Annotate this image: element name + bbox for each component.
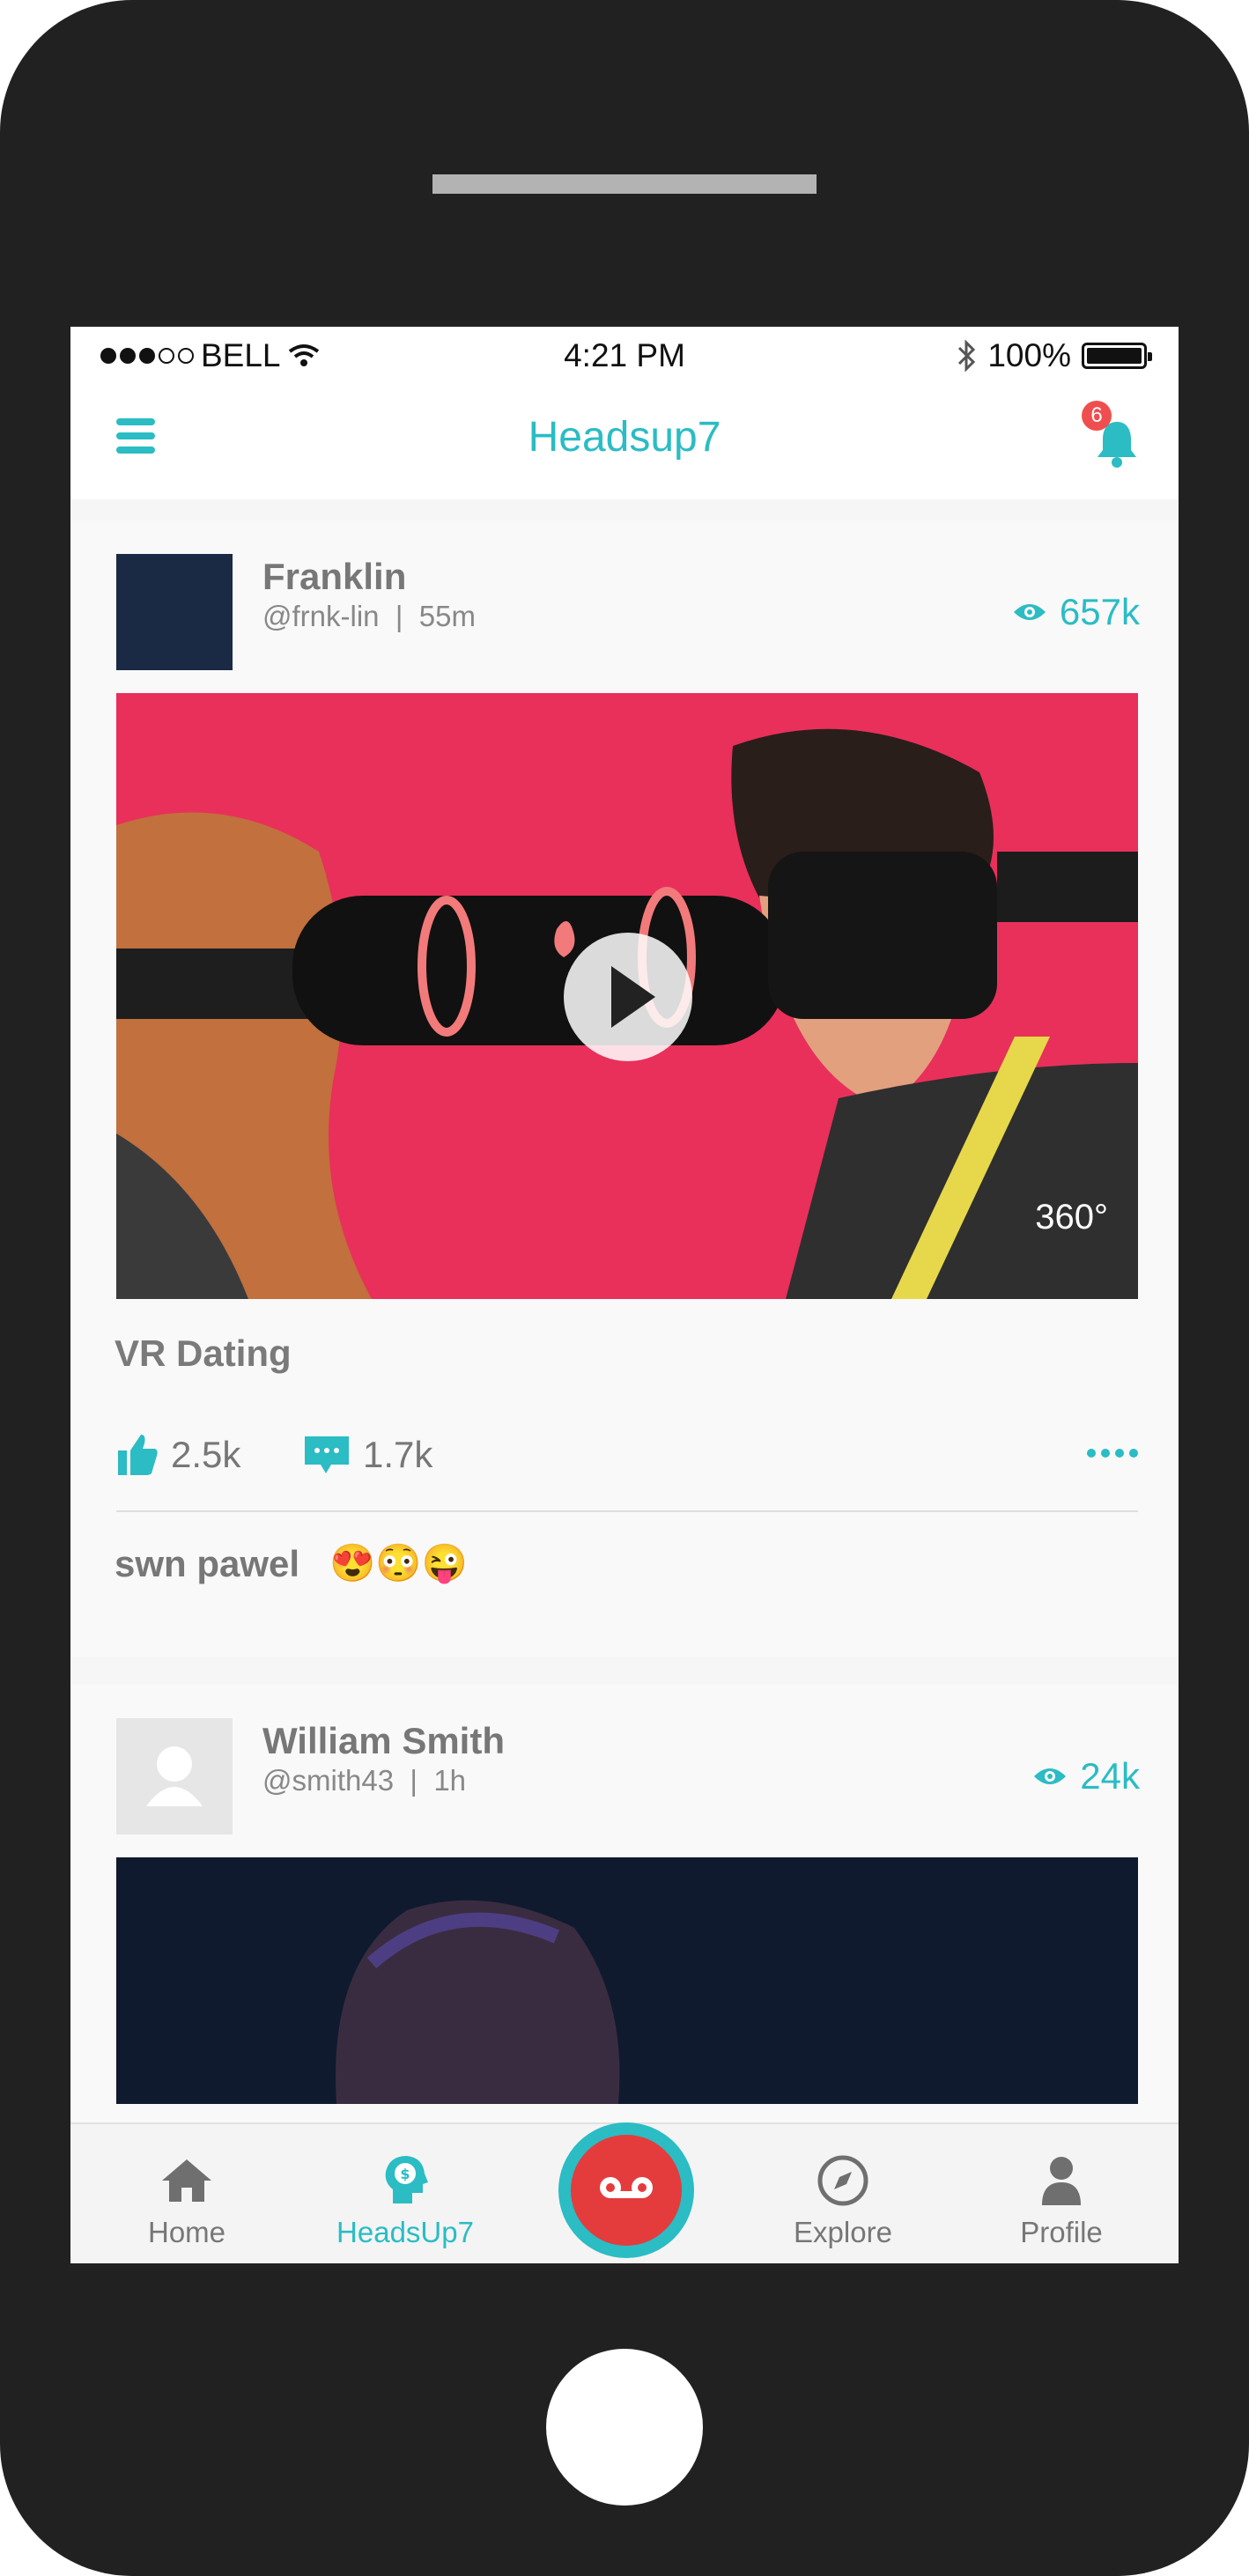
top-comment: swn pawel 😍😳😜 <box>115 1542 468 1585</box>
record-button[interactable] <box>558 2122 694 2258</box>
post-time: 55m <box>418 600 476 632</box>
author-meta: @smith43 | 1h <box>262 1764 466 1797</box>
svg-text:$: $ <box>400 2166 410 2182</box>
status-right: 100% <box>956 337 1152 374</box>
bluetooth-icon <box>958 340 976 372</box>
author-name[interactable]: Franklin <box>262 556 406 598</box>
tab-profile[interactable]: Profile <box>973 2124 1149 2263</box>
avatar[interactable] <box>116 1718 233 1834</box>
post-actions: 2.5k 1.7k <box>116 1433 1138 1486</box>
default-user-icon <box>146 1746 203 1806</box>
view-count-value: 657k <box>1059 591 1140 632</box>
post-card: Franklin @frnk-lin | 55m 657k 360° VR Da… <box>70 520 1179 1657</box>
post-title: VR Dating <box>115 1332 292 1374</box>
phone-speaker <box>432 174 817 194</box>
post-video[interactable] <box>116 1857 1138 2104</box>
post-video[interactable]: 360° <box>116 693 1138 1299</box>
battery-icon <box>1082 343 1152 369</box>
home-button[interactable] <box>546 2349 703 2506</box>
comment-emojis: 😍😳😜 <box>329 1542 468 1583</box>
author-handle: @smith43 <box>262 1764 395 1797</box>
phone-frame: BELL 4:21 PM 100% Headsup7 6 Franklin @f… <box>0 0 1249 2576</box>
comment-author[interactable]: swn pawel <box>115 1543 299 1585</box>
post-time: 1h <box>433 1764 467 1797</box>
tab-label: Home <box>147 2216 226 2248</box>
like-count: 2.5k <box>171 1434 241 1475</box>
home-icon <box>162 2159 211 2202</box>
battery-percent: 100% <box>987 337 1071 373</box>
comment-button[interactable]: 1.7k <box>303 1433 432 1477</box>
voicemail-icon <box>600 2177 653 2198</box>
tab-label: Profile <box>1020 2216 1103 2248</box>
head-dollar-icon: $ <box>385 2156 428 2203</box>
author-meta: @frnk-lin | 55m <box>262 600 476 633</box>
person-icon <box>1042 2157 1081 2205</box>
more-options-icon[interactable] <box>1087 1449 1138 1458</box>
author-handle: @frnk-lin <box>262 600 380 632</box>
view-count-value: 24k <box>1080 1755 1140 1797</box>
compass-icon <box>817 2155 868 2206</box>
like-button[interactable]: 2.5k <box>116 1433 240 1477</box>
meta-separator: | <box>387 600 411 632</box>
meta-separator: | <box>402 1764 426 1797</box>
eye-icon <box>1013 604 1046 620</box>
play-button[interactable] <box>564 933 692 1061</box>
tab-label: Explore <box>794 2216 892 2248</box>
app-screen: BELL 4:21 PM 100% Headsup7 6 Franklin @f… <box>70 327 1179 2263</box>
view-count: 24k <box>1032 1755 1140 1797</box>
thumbs-up-icon <box>118 1435 158 1475</box>
author-name[interactable]: William Smith <box>262 1720 505 1762</box>
comment-bubble-icon <box>305 1436 349 1473</box>
app-title: Headsup7 <box>528 414 721 461</box>
status-bar: BELL 4:21 PM 100% <box>70 327 1179 381</box>
tab-home[interactable]: Home <box>99 2124 275 2263</box>
tab-headsup7[interactable]: $ HeadsUp7 <box>317 2124 493 2263</box>
comment-count: 1.7k <box>363 1434 433 1475</box>
record-inner <box>571 2135 682 2246</box>
tab-explore[interactable]: Explore <box>755 2124 931 2263</box>
bottom-tab-bar: Home $ HeadsUp7 Explore Profile <box>70 2122 1179 2263</box>
notification-badge: 6 <box>1082 401 1112 431</box>
360-badge: 360° <box>1035 1198 1108 1236</box>
video-thumbnail <box>116 1857 1138 2104</box>
tab-label: HeadsUp7 <box>336 2216 474 2248</box>
view-count: 657k <box>1012 591 1140 633</box>
top-nav-bar: Headsup7 6 <box>70 381 1179 499</box>
eye-icon <box>1034 1768 1067 1784</box>
divider <box>116 1510 1138 1512</box>
avatar[interactable] <box>116 554 233 670</box>
